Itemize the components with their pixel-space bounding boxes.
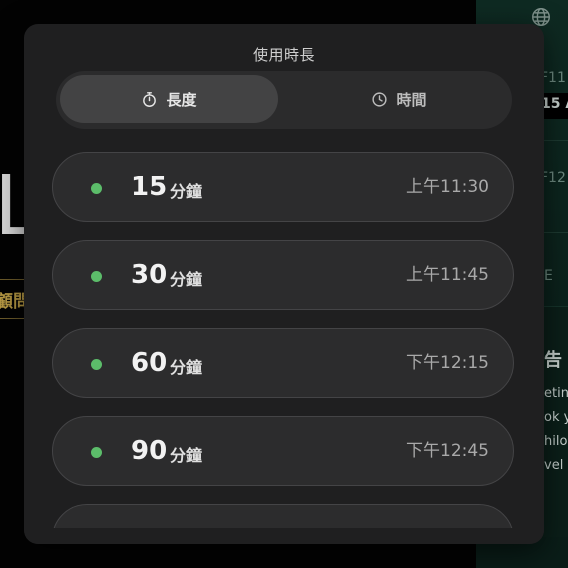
end-time: 上午11:45 (406, 265, 489, 285)
mode-segmented-control: 長度 時間 (56, 71, 512, 129)
available-status-dot (91, 359, 102, 370)
end-time: 下午12:15 (406, 353, 489, 373)
background-text: vel (544, 458, 564, 473)
tab-time[interactable]: 時間 (290, 75, 508, 123)
duration-number: 90 (131, 436, 168, 466)
duration-unit: 分鐘 (170, 182, 203, 201)
duration-number: 30 (131, 260, 168, 290)
background-divider (0, 318, 26, 319)
end-time: 上午11:30 (406, 177, 489, 197)
stopwatch-icon (143, 91, 157, 107)
background-text: 告 (544, 350, 562, 371)
duration-number: 60 (131, 348, 168, 378)
background-text: E (544, 268, 553, 284)
background-divider (0, 279, 26, 280)
clock-icon (372, 91, 388, 107)
modal-title: 使用時長 (252, 46, 315, 64)
duration-unit: 分鐘 (170, 446, 203, 465)
duration-number: 15 (131, 172, 168, 202)
available-status-dot (91, 183, 102, 194)
available-status-dot (91, 271, 102, 282)
modal-bottom-edge (24, 528, 544, 544)
background-text: ok y (544, 410, 568, 425)
background-text: 15 A (541, 96, 568, 112)
duration-option-15[interactable]: 15 分鐘 上午11:30 (52, 152, 514, 222)
background-divider (540, 232, 568, 233)
duration-option-30[interactable]: 30 分鐘 上午11:45 (52, 240, 514, 310)
duration-option-90[interactable]: 90 分鐘 下午12:45 (52, 416, 514, 486)
duration-unit: 分鐘 (170, 270, 203, 289)
tab-length[interactable]: 長度 (60, 75, 278, 123)
duration-picker-modal: 使用時長 長度 時間 15 分鐘 上午11:30 30 分鐘 上午11:45 6… (24, 24, 544, 544)
available-status-dot (91, 447, 102, 458)
duration-option-60[interactable]: 60 分鐘 下午12:15 (52, 328, 514, 398)
duration-unit: 分鐘 (170, 358, 203, 377)
background-text: etin (544, 386, 568, 401)
background-divider (540, 140, 568, 141)
tab-time-label: 時間 (396, 90, 427, 109)
end-time: 下午12:45 (406, 441, 489, 461)
tab-length-label: 長度 (166, 90, 197, 109)
background-text: hilo (544, 434, 568, 449)
